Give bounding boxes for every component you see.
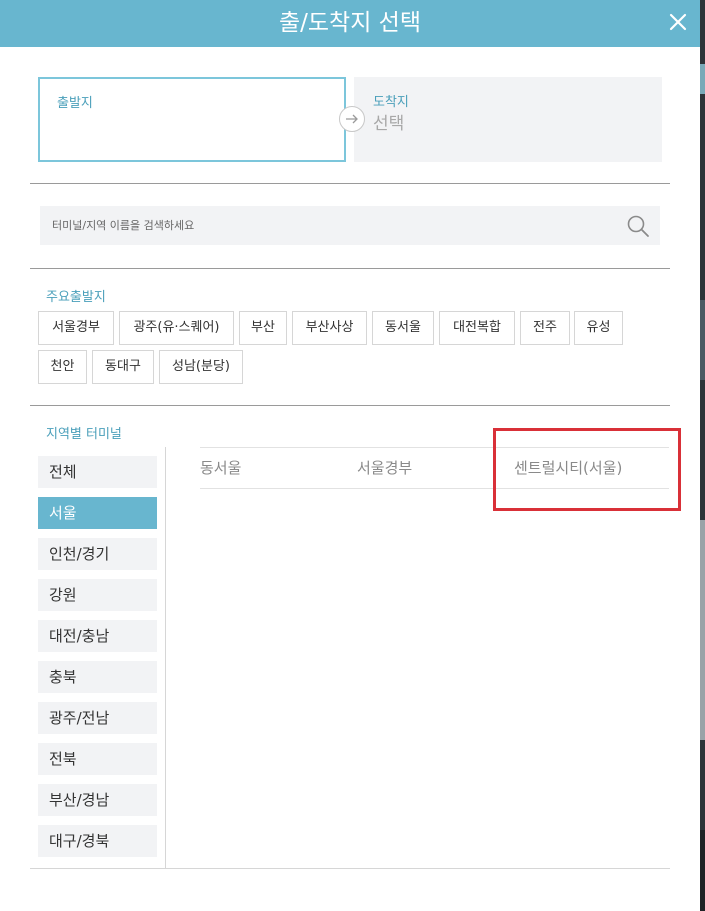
region-chungbuk[interactable]: 충북 [38,661,157,693]
modal-title: 출/도착지 선택 [278,10,422,36]
search-bar [40,206,660,245]
terminal-row-top-line [200,447,669,448]
divider [30,405,670,406]
region-busan-gyeongnam[interactable]: 부산/경남 [38,784,157,816]
terminal-row-bottom-line [200,488,669,489]
chip-seoul-gyeongbu[interactable]: 서울경부 [38,311,114,345]
close-icon [669,13,687,31]
search-input[interactable] [40,206,610,245]
region-divider [165,447,166,868]
terminal-dong-seoul[interactable]: 동서울 [200,457,241,478]
chip-gwangju[interactable]: 광주(유·스퀘어) [119,311,234,345]
divider [30,183,670,184]
chip-seongnam[interactable]: 성남(분당) [159,350,243,384]
terminal-seoul-gyeongbu[interactable]: 서울경부 [357,457,412,478]
region-seoul[interactable]: 서울 [38,497,157,529]
swap-arrow [339,106,365,132]
departure-label: 출발지 [57,96,93,111]
arrow-right-icon [346,114,358,124]
region-incheon-gyeonggi[interactable]: 인천/경기 [38,538,157,570]
divider [30,268,670,269]
arrival-value: 선택 [373,114,405,134]
search-icon[interactable] [626,214,650,238]
background-page-edge [700,0,705,911]
regional-terminals-title: 지역별 터미널 [46,427,122,442]
chip-daejeon-bokhap[interactable]: 대전복합 [439,311,515,345]
region-gangwon[interactable]: 강원 [38,579,157,611]
close-button[interactable] [662,6,694,38]
chip-jeonju[interactable]: 전주 [520,311,570,345]
terminal-central-city[interactable]: 센트럴시티(서울) [514,457,622,478]
region-all[interactable]: 전체 [38,456,157,488]
chip-dong-daegu[interactable]: 동대구 [92,350,154,384]
region-daegu-gyeongbuk[interactable]: 대구/경북 [38,825,157,857]
departure-field[interactable]: 출발지 [38,77,346,162]
region-jeonbuk[interactable]: 전북 [38,743,157,775]
major-departures-title: 주요출발지 [46,290,106,305]
chip-busan-sasang[interactable]: 부산사상 [292,311,367,345]
chip-dong-seoul[interactable]: 동서울 [372,311,434,345]
chip-yuseong[interactable]: 유성 [574,311,623,345]
arrival-label: 도착지 [373,95,409,110]
region-gwangju-jeonnam[interactable]: 광주/전남 [38,702,157,734]
arrival-field[interactable]: 도착지 선택 [354,77,662,162]
chip-busan[interactable]: 부산 [239,311,287,345]
bottom-divider [30,868,670,869]
region-daejeon-chungnam[interactable]: 대전/충남 [38,620,157,652]
chip-cheonan[interactable]: 천안 [38,350,87,384]
